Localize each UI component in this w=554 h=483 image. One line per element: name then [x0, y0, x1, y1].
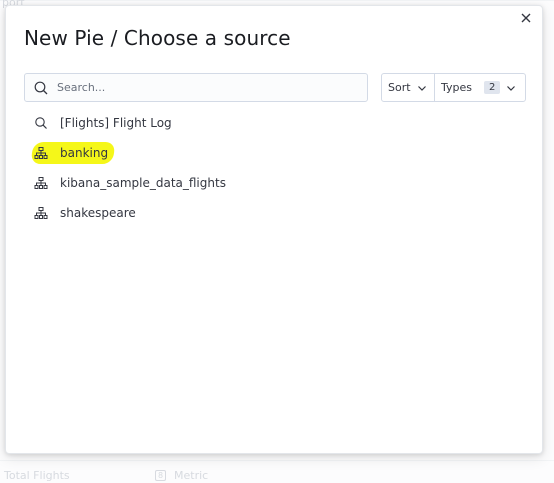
source-item-kibana-sample-data-flights[interactable]: kibana_sample_data_flights	[24, 168, 524, 198]
source-item-label: banking	[60, 146, 109, 160]
types-filter-button[interactable]: Types 2	[435, 74, 525, 101]
index-pattern-icon	[34, 146, 48, 160]
sort-label: Sort	[388, 81, 411, 94]
close-icon	[521, 13, 531, 23]
search-input[interactable]	[55, 80, 367, 95]
close-button[interactable]	[518, 12, 534, 28]
source-item-shakespeare[interactable]: shakespeare	[24, 198, 524, 228]
search-icon	[33, 80, 49, 96]
source-item-label: shakespeare	[60, 206, 136, 220]
filter-group: Sort Types 2	[381, 73, 526, 102]
source-item-label: kibana_sample_data_flights	[60, 176, 226, 190]
search-field[interactable]	[24, 73, 368, 102]
choose-source-modal: New Pie / Choose a source Sort Types 2	[5, 5, 543, 454]
index-pattern-icon	[34, 206, 48, 220]
source-list: [Flights] Flight Log banking kibana_samp…	[24, 108, 524, 228]
search-icon	[34, 116, 48, 130]
types-count-badge: 2	[484, 81, 501, 94]
modal-title: New Pie / Choose a source	[24, 26, 291, 50]
sort-button[interactable]: Sort	[382, 74, 435, 101]
source-item-flight-log[interactable]: [Flights] Flight Log	[24, 108, 524, 138]
index-pattern-icon	[34, 176, 48, 190]
chevron-down-icon	[417, 83, 427, 93]
chevron-down-icon	[506, 83, 516, 93]
types-label: Types	[441, 81, 472, 94]
source-item-banking[interactable]: banking	[24, 138, 524, 168]
source-item-label: [Flights] Flight Log	[60, 116, 172, 130]
